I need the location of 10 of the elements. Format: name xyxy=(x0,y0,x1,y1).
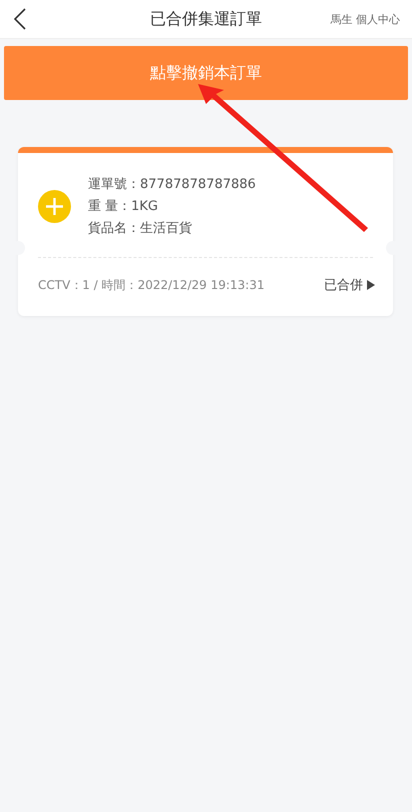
plus-icon xyxy=(38,190,71,222)
page-title: 已合併集運訂單 xyxy=(150,8,262,30)
status-link[interactable]: 已合併 xyxy=(324,276,375,294)
order-meta: CCTV：1 / 時間：2022/12/29 19:13:31 xyxy=(38,276,264,294)
order-detail: 重 量：1KG xyxy=(88,198,160,215)
user-center-link[interactable]: 馬生 個人中心 xyxy=(330,12,400,26)
order-detail: 貨品名：生活百貨 xyxy=(88,220,193,237)
order-detail: 運單號：87787878787886 xyxy=(88,176,256,193)
play-icon xyxy=(367,280,375,290)
back-icon xyxy=(14,8,26,30)
